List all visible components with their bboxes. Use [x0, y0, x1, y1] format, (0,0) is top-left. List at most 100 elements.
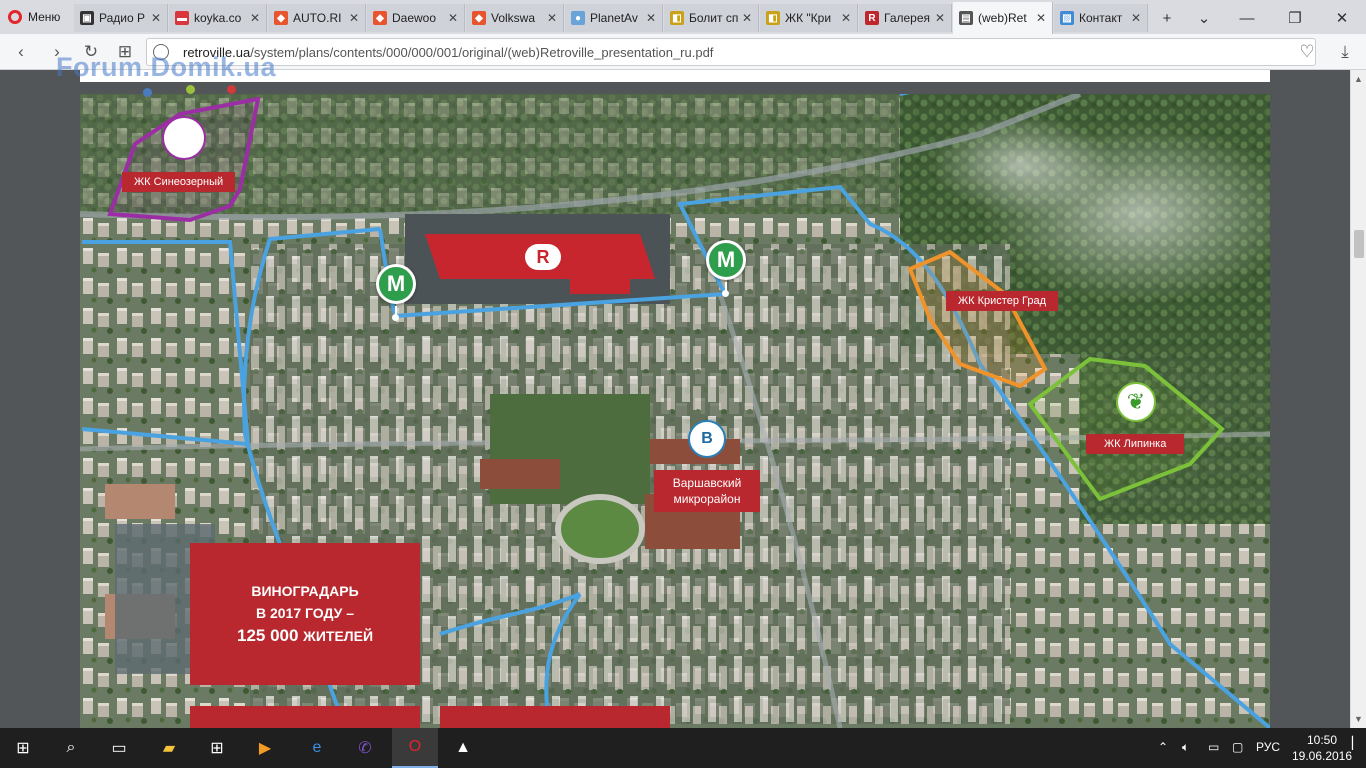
- retroville-logo-icon: R: [525, 244, 561, 270]
- browser-tab[interactable]: ▨ Контакт ✕: [1054, 4, 1148, 32]
- edge-browser-icon[interactable]: e: [294, 728, 340, 768]
- page-scrollbar[interactable]: ▲ ▼: [1350, 70, 1366, 728]
- back-icon[interactable]: ‹: [8, 39, 34, 65]
- opera-menu-button[interactable]: Меню: [0, 0, 70, 34]
- label-zhk-lipinka: ЖК Липинка: [1086, 434, 1185, 454]
- tab-favicon-icon: ▤: [959, 11, 973, 25]
- tab-favicon-icon: ▣: [80, 11, 94, 25]
- browser-tab[interactable]: R Галерея ✕: [859, 4, 952, 32]
- tray-chevron-up-icon[interactable]: ⌃: [1158, 740, 1168, 754]
- system-clock[interactable]: 10:50 19.06.2016: [1290, 732, 1354, 764]
- tab-favicon-icon: ●: [571, 11, 585, 25]
- lipinka-leaf-icon: ❦: [1116, 382, 1156, 422]
- opera-taskbar-icon[interactable]: O: [392, 728, 438, 768]
- tab-close-icon[interactable]: ✕: [646, 11, 656, 25]
- tab-favicon-icon: ▨: [1060, 11, 1074, 25]
- tab-close-icon[interactable]: ✕: [250, 11, 260, 25]
- tab-close-icon[interactable]: ✕: [841, 11, 851, 25]
- sinoozerny-logo-icon: [162, 116, 206, 160]
- opera-logo-icon: [8, 10, 22, 24]
- scroll-thumb[interactable]: [1354, 230, 1364, 258]
- browser-tab[interactable]: ● PlanetAv ✕: [565, 4, 663, 32]
- download-icon[interactable]: ⤓: [1332, 39, 1358, 65]
- media-player-icon[interactable]: ▶: [242, 728, 288, 768]
- browser-tab[interactable]: ▬ koyka.co ✕: [169, 4, 267, 32]
- tab-favicon-icon: R: [865, 11, 879, 25]
- windows-start-icon[interactable]: ⊞: [0, 728, 46, 768]
- tab-close-icon[interactable]: ✕: [1036, 11, 1046, 25]
- volume-icon[interactable]: 🔈︎: [1182, 740, 1189, 755]
- battery-icon[interactable]: ▭: [1208, 740, 1219, 754]
- tab-favicon-icon: ◆: [472, 11, 486, 25]
- info-line-residents: 125 000 ЖИТЕЛЕЙ: [236, 626, 374, 645]
- tab-favicon-icon: ▬: [175, 11, 189, 25]
- show-desktop-button[interactable]: ▏: [1352, 736, 1361, 750]
- tab-label: Галерея: [884, 11, 931, 25]
- clock-date: 19.06.2016: [1291, 749, 1353, 763]
- label-zhk-krister-grad: ЖК Кристер Град: [946, 291, 1058, 311]
- tab-label: AUTO.RI: [293, 11, 342, 25]
- browser-tab[interactable]: ▤ (web)Ret ✕: [953, 2, 1053, 34]
- next-info-box-right: [440, 706, 670, 728]
- label-varshavsky-mikrorayon: Варшавский микрорайон: [654, 470, 760, 512]
- task-view-icon[interactable]: ▭: [96, 728, 142, 768]
- metro-station-left-icon: M: [376, 264, 416, 304]
- tab-close-icon[interactable]: ✕: [547, 11, 557, 25]
- tab-label: Volkswa: [491, 11, 536, 25]
- browser-tab[interactable]: ▣ Радио Р ✕: [74, 4, 168, 32]
- tab-menu-chevron-icon[interactable]: ⌄: [1192, 6, 1216, 30]
- tab-label: Контакт: [1079, 11, 1123, 25]
- tab-label: Радио Р: [99, 11, 145, 25]
- photos-icon[interactable]: ▲: [440, 728, 486, 768]
- file-explorer-icon[interactable]: ▰: [146, 728, 192, 768]
- browser-tab-bar: Меню ▣ Радио Р ✕ ▬ koyka.co ✕ ◆ AUTO.RI ✕ ◆ Daewoo…: [0, 0, 1366, 34]
- tab-label: ЖК "Кри: [785, 11, 832, 25]
- label-zhk-sinoozerny: ЖК Синеозерный: [122, 172, 236, 192]
- tab-close-icon[interactable]: ✕: [1131, 11, 1141, 25]
- info-line-year: В 2017 ГОДУ –: [255, 605, 355, 621]
- varshavsky-logo-icon: В: [688, 420, 726, 458]
- tab-favicon-icon: ◆: [274, 11, 288, 25]
- language-indicator[interactable]: РУС: [1256, 740, 1280, 754]
- bookmark-heart-icon[interactable]: ♡: [1294, 39, 1320, 65]
- scroll-up-arrow-icon[interactable]: ▲: [1354, 74, 1363, 84]
- browser-tab[interactable]: ◧ Болит сп ✕: [664, 4, 759, 32]
- forum-watermark: Forum.Domik.ua: [56, 52, 277, 82]
- tab-close-icon[interactable]: ✕: [448, 11, 458, 25]
- browser-tab[interactable]: ◆ AUTO.RI ✕: [268, 4, 366, 32]
- viber-icon[interactable]: ✆: [342, 728, 388, 768]
- clock-time: 10:50: [1306, 733, 1338, 747]
- metro-left-dot: [392, 314, 399, 321]
- browser-tab[interactable]: ◆ Daewoo ✕: [367, 4, 465, 32]
- tab-close-icon[interactable]: ✕: [742, 11, 752, 25]
- info-line-vinogradar: ВИНОГРАДАРЬ: [251, 583, 359, 599]
- tab-label: PlanetAv: [590, 11, 638, 25]
- screen: Меню ▣ Радио Р ✕ ▬ koyka.co ✕ ◆ AUTO.RI ✕ ◆ Daewoo…: [0, 0, 1366, 768]
- message-icon[interactable]: ▢: [1232, 740, 1243, 754]
- maximize-icon[interactable]: ❐: [1283, 6, 1307, 30]
- scroll-down-arrow-icon[interactable]: ▼: [1354, 714, 1363, 724]
- new-tab-plus-icon[interactable]: +: [1155, 6, 1179, 30]
- browser-tab[interactable]: ◧ ЖК "Кри ✕: [760, 4, 858, 32]
- store-icon[interactable]: ⊞: [194, 728, 240, 768]
- next-info-box-left: [190, 706, 420, 728]
- metro-right-dot: [722, 290, 729, 297]
- tab-label: Daewoo: [392, 11, 437, 25]
- close-window-icon[interactable]: ✕: [1330, 6, 1354, 30]
- tab-close-icon[interactable]: ✕: [349, 11, 359, 25]
- tab-label: (web)Ret: [978, 11, 1027, 25]
- varshavsky-line2: микрорайон: [673, 492, 741, 506]
- tab-close-icon[interactable]: ✕: [935, 11, 945, 25]
- search-icon[interactable]: ⌕: [48, 728, 94, 768]
- tab-favicon-icon: ◧: [670, 11, 684, 25]
- tab-favicon-icon: ◆: [373, 11, 387, 25]
- browser-tab[interactable]: ◆ Volkswa ✕: [466, 4, 564, 32]
- tab-label: Болит сп: [689, 11, 738, 25]
- address-bar[interactable]: retroville.ua/system/plans/contents/000/…: [146, 38, 1316, 66]
- menu-label: Меню: [28, 10, 61, 24]
- tab-close-icon[interactable]: ✕: [151, 11, 161, 25]
- tab-label: koyka.co: [194, 11, 242, 25]
- district-map-image: ЖК Синеозерный M M R ЖК Кристер Град ❦ Ж…: [80, 94, 1270, 728]
- tab-favicon-icon: ◧: [766, 11, 780, 25]
- minimize-icon[interactable]: —: [1235, 6, 1259, 30]
